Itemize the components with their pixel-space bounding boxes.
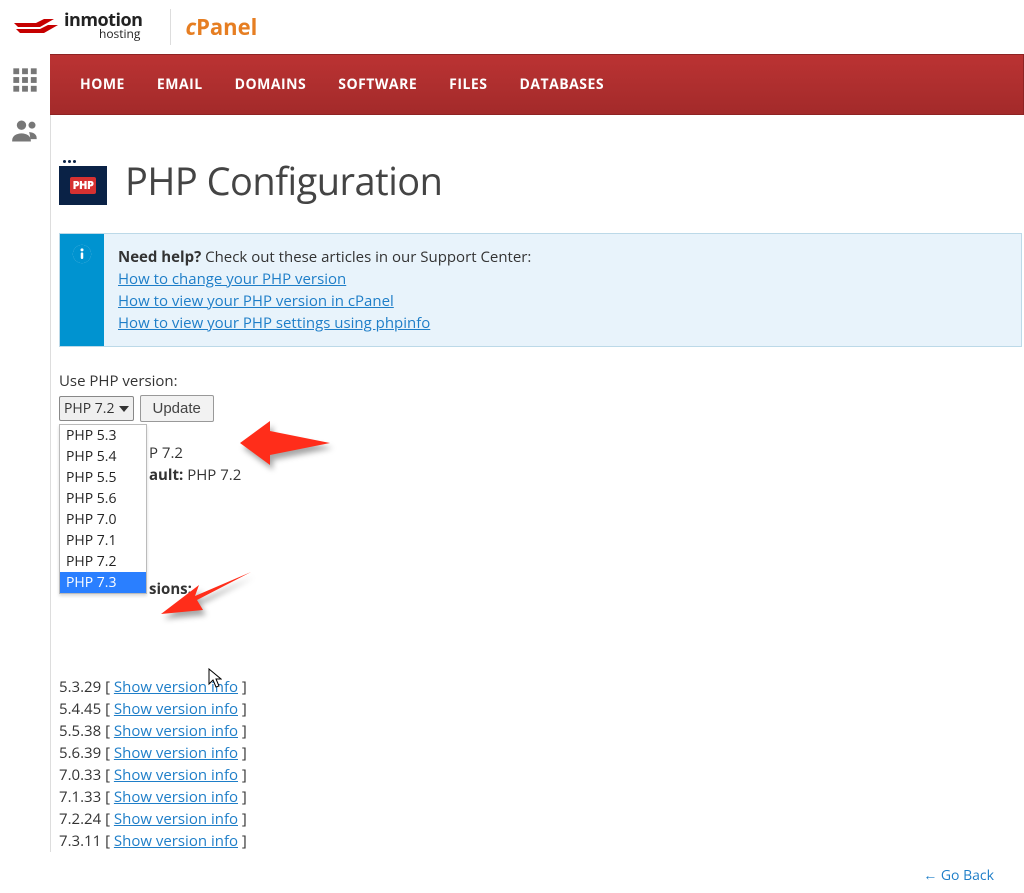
swoosh-icon — [14, 15, 58, 39]
version-row-8: 7.3.11 [ Show version info ] — [59, 830, 1024, 852]
main: HOME EMAIL DOMAINS SOFTWARE FILES DATABA… — [50, 54, 1024, 893]
php-version-select[interactable]: PHP 7.2 — [59, 396, 134, 421]
obscured-default-line: ault: PHP 7.2 — [149, 464, 241, 486]
version-row-5: 7.0.33 [ Show version info ] — [59, 764, 1024, 786]
screenshot-root: inmotion hosting cPanel HOME EMAIL DOMAI… — [0, 0, 1024, 893]
menu-home[interactable]: HOME — [64, 55, 141, 114]
info-lead-rest: Check out these articles in our Support … — [201, 247, 531, 267]
users-icon[interactable] — [11, 117, 39, 150]
info-body: Need help? Check out these articles in o… — [104, 234, 545, 346]
php-icon: PHP — [59, 157, 107, 205]
show-info-link[interactable]: Show version info — [114, 765, 238, 785]
left-dock — [0, 54, 50, 893]
annotation-arrow-2 — [161, 570, 251, 625]
annotation-arrow-1 — [240, 421, 330, 471]
option-php73[interactable]: PHP 7.3 — [60, 572, 146, 593]
show-info-link[interactable]: Show version info — [114, 699, 238, 719]
inmotion-logo[interactable]: inmotion hosting — [10, 0, 156, 54]
version-row-3: 5.5.38 [ Show version info ] — [59, 720, 1024, 742]
option-php55[interactable]: PHP 5.5 — [60, 467, 146, 488]
menu-email[interactable]: EMAIL — [141, 55, 219, 114]
help-link-3[interactable]: How to view your PHP settings using phpi… — [118, 313, 430, 333]
inmotion-text: inmotion hosting — [64, 13, 142, 41]
info-icon — [60, 234, 104, 346]
go-back-link[interactable]: ← Go Back — [923, 866, 994, 885]
option-php72[interactable]: PHP 7.2 — [60, 551, 146, 572]
topbar: inmotion hosting cPanel — [0, 0, 1024, 55]
version-row-2: 5.4.45 [ Show version info ] — [59, 698, 1024, 720]
menubar: HOME EMAIL DOMAINS SOFTWARE FILES DATABA… — [50, 54, 1024, 115]
page-title-row: PHP PHP Configuration — [59, 155, 1024, 207]
page-title: PHP Configuration — [125, 155, 442, 207]
info-box: Need help? Check out these articles in o… — [59, 233, 1022, 347]
version-row-6: 7.1.33 [ Show version info ] — [59, 786, 1024, 808]
help-link-1[interactable]: How to change your PHP version — [118, 269, 346, 289]
menu-files[interactable]: FILES — [433, 55, 503, 114]
php-version-dropdown[interactable]: PHP 5.3 PHP 5.4 PHP 5.5 PHP 5.6 PHP 7.0 … — [59, 424, 147, 594]
arrow-left-icon: ← — [923, 866, 937, 885]
cpanel-c: c — [185, 12, 196, 42]
option-php70[interactable]: PHP 7.0 — [60, 509, 146, 530]
menu-domains[interactable]: DOMAINS — [219, 55, 323, 114]
apps-icon[interactable] — [11, 66, 39, 99]
option-php71[interactable]: PHP 7.1 — [60, 530, 146, 551]
chevron-down-icon — [119, 404, 129, 414]
version-row-1: 5.3.29 [ Show version info ] — [59, 676, 1024, 698]
show-info-link[interactable]: Show version info — [114, 809, 238, 829]
obscured-current-line: P 7.2 — [149, 442, 183, 464]
cpanel-logo[interactable]: cPanel — [185, 12, 257, 42]
php-badge: PHP — [70, 177, 97, 194]
option-php53[interactable]: PHP 5.3 — [60, 425, 146, 446]
update-button[interactable]: Update — [140, 395, 214, 422]
version-list: 5.3.29 [ Show version info ] 5.4.45 [ Sh… — [59, 676, 1024, 852]
show-info-link[interactable]: Show version info — [114, 787, 238, 807]
show-info-link[interactable]: Show version info — [114, 831, 238, 851]
divider — [170, 9, 171, 45]
inmotion-line2: hosting — [64, 27, 142, 41]
cpanel-panel: Panel — [196, 12, 257, 42]
show-info-link[interactable]: Show version info — [114, 743, 238, 763]
help-link-2[interactable]: How to view your PHP version in cPanel — [118, 291, 394, 311]
info-lead-bold: Need help? — [118, 247, 201, 267]
content: PHP PHP Configuration Need help? Check o… — [50, 115, 1024, 852]
php-version-selected: PHP 7.2 — [64, 399, 115, 418]
version-row-7: 7.2.24 [ Show version info ] — [59, 808, 1024, 830]
menu-databases[interactable]: DATABASES — [503, 55, 620, 114]
form-area: Use PHP version: PHP 7.2 Update PHP 5.3 … — [59, 371, 1024, 422]
php-version-label: Use PHP version: — [59, 371, 1024, 391]
cursor-icon — [208, 668, 222, 688]
menu-software[interactable]: SOFTWARE — [322, 55, 433, 114]
show-info-link[interactable]: Show version info — [114, 721, 238, 741]
option-php56[interactable]: PHP 5.6 — [60, 488, 146, 509]
version-row-4: 5.6.39 [ Show version info ] — [59, 742, 1024, 764]
option-php54[interactable]: PHP 5.4 — [60, 446, 146, 467]
